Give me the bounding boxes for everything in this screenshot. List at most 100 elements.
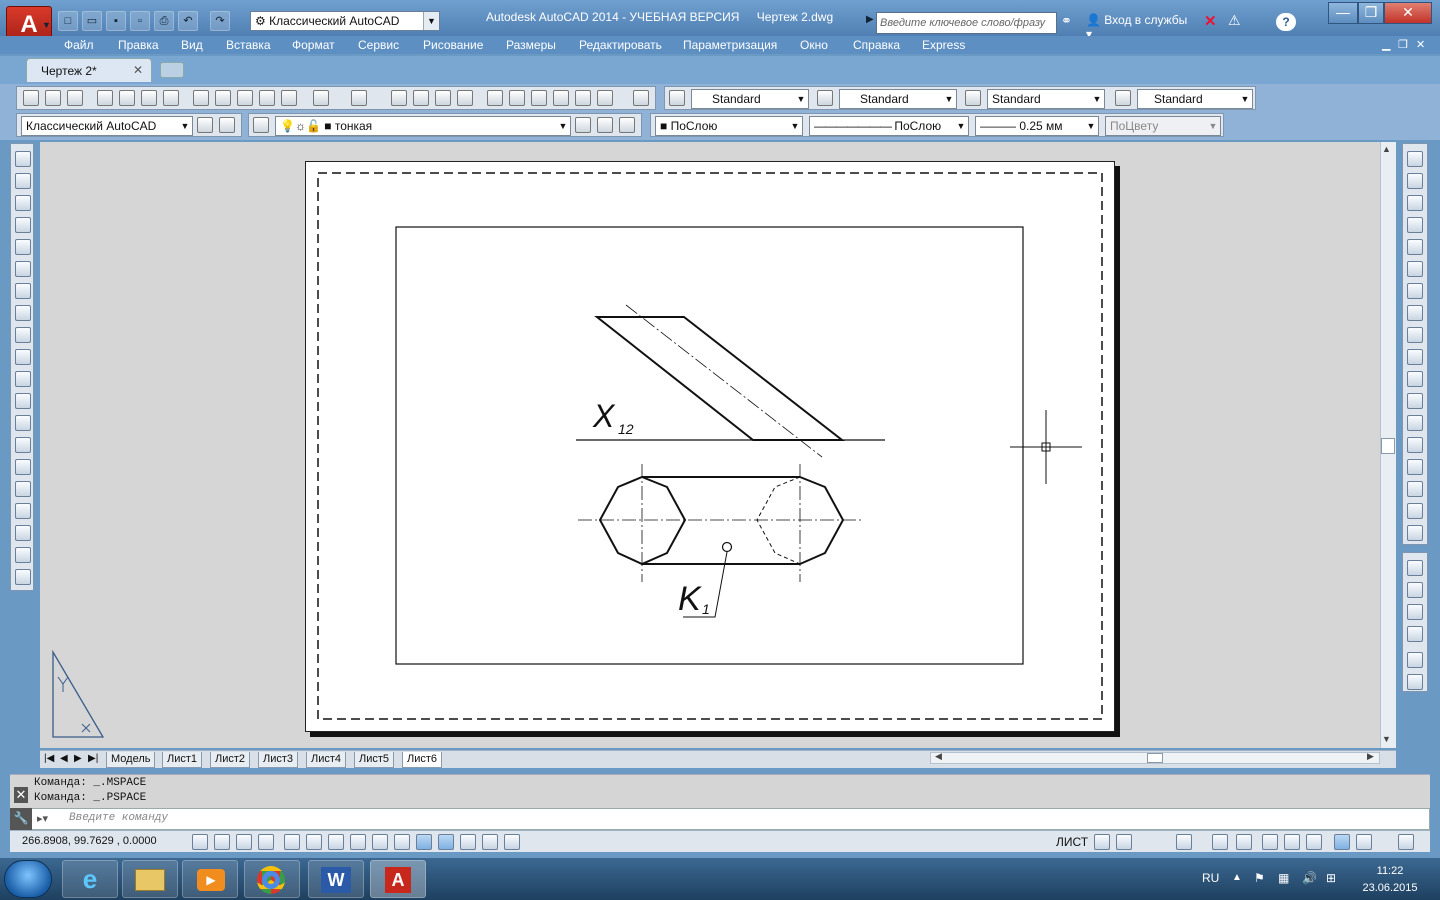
application-status-icon[interactable] [1356, 834, 1372, 850]
copy-object-tool[interactable] [1404, 170, 1426, 192]
send-back-tool[interactable] [1404, 579, 1426, 601]
menu-insert[interactable]: Вставка [226, 38, 271, 52]
quickcalc-icon[interactable] [597, 90, 613, 106]
erase-tool[interactable] [1404, 148, 1426, 170]
next-tab-icon[interactable]: ▶ [74, 753, 82, 764]
spline-tool[interactable] [12, 324, 34, 346]
taskbar-autocad[interactable]: A [370, 860, 426, 898]
prev-tab-icon[interactable]: ◀ [60, 753, 68, 764]
wrench-icon[interactable]: 🔧 [10, 808, 32, 830]
close-button[interactable]: ✕ [1384, 2, 1432, 24]
markup-icon[interactable] [575, 90, 591, 106]
tab-layout3[interactable]: Лист3 [258, 752, 299, 768]
workspace-switching-icon[interactable] [1262, 834, 1278, 850]
menu-modify[interactable]: Редактировать [579, 38, 662, 52]
scroll-left-icon[interactable]: ◀ [935, 751, 942, 762]
open-file-icon[interactable]: ▭ [82, 11, 102, 31]
send-under-tool[interactable] [1404, 623, 1426, 645]
file-tab-drawing2[interactable]: Чертеж 2* ✕ [26, 58, 152, 82]
clock-time[interactable]: 11:22 [1370, 865, 1410, 877]
table-tool[interactable] [12, 522, 34, 544]
linetype-combo[interactable]: ——————— ПоСлою ▼ [809, 116, 969, 136]
close-tab-icon[interactable]: ✕ [133, 63, 143, 77]
layer-states-icon[interactable] [619, 117, 635, 133]
print-icon[interactable]: ⎙ [154, 11, 174, 31]
cut-icon[interactable] [193, 90, 209, 106]
pan-icon[interactable] [391, 90, 407, 106]
zoom-realtime-icon[interactable] [413, 90, 429, 106]
taskbar-media[interactable]: ▶ [182, 860, 238, 898]
taskbar-explorer[interactable] [122, 860, 178, 898]
gradient-tool[interactable] [12, 478, 34, 500]
hatch-back-tool[interactable] [1404, 671, 1426, 693]
flag-icon[interactable]: ⚑ [1254, 871, 1265, 885]
ellipse-arc-tool[interactable] [12, 368, 34, 390]
rectangle-tool[interactable] [12, 236, 34, 258]
plot-icon[interactable] [97, 90, 113, 106]
taskbar-chrome[interactable] [244, 860, 300, 898]
rotate-tool[interactable] [1404, 280, 1426, 302]
quick-view-drawings-icon[interactable] [1116, 834, 1132, 850]
tab-layout1[interactable]: Лист1 [162, 752, 203, 768]
help-toolbar-icon[interactable] [633, 90, 649, 106]
redo-icon[interactable]: ↷ [210, 11, 230, 31]
isolate-objects-icon[interactable] [1334, 834, 1350, 850]
bring-front-tool[interactable] [1404, 557, 1426, 579]
show-hidden-icons[interactable]: ▲ [1232, 872, 1242, 883]
first-tab-icon[interactable]: |◀ [44, 753, 54, 764]
last-tab-icon[interactable]: ▶| [88, 753, 98, 764]
join-tool[interactable] [1404, 434, 1426, 456]
help-icon[interactable]: ? [1276, 13, 1296, 31]
lineweight-combo[interactable]: ——— 0.25 мм ▼ [975, 116, 1099, 136]
polar-tracking-icon[interactable] [284, 834, 300, 850]
menu-dimension[interactable]: Размеры [506, 38, 556, 52]
explode-tool[interactable] [1404, 522, 1426, 544]
tool-palettes-icon[interactable] [531, 90, 547, 106]
dim-style-combo[interactable]: Standard ▼ [839, 89, 957, 109]
lock-ui-icon[interactable] [219, 117, 235, 133]
sheet-set-icon[interactable] [553, 90, 569, 106]
text-style-combo[interactable]: Standard ▼ [691, 89, 809, 109]
menu-edit[interactable]: Правка [118, 38, 159, 52]
scroll-up-icon[interactable]: ▲ [1382, 144, 1391, 154]
extend-tool[interactable] [1404, 368, 1426, 390]
open-icon[interactable] [45, 90, 61, 106]
offset-tool[interactable] [1404, 214, 1426, 236]
exchange-x-icon[interactable]: ✕ [1204, 12, 1217, 30]
annotation-scale-icon[interactable] [1212, 834, 1228, 850]
command-prompt-icon[interactable]: ▸▾ [37, 812, 48, 825]
tab-layout4[interactable]: Лист4 [306, 752, 347, 768]
insert-block-tool[interactable] [12, 390, 34, 412]
menu-parametric[interactable]: Параметризация [683, 38, 777, 52]
minimize-button[interactable]: — [1328, 2, 1358, 24]
toolbar-lock-icon[interactable] [1284, 834, 1300, 850]
make-current-icon[interactable] [575, 117, 591, 133]
tab-layout6[interactable]: Лист6 [402, 752, 443, 768]
network-icon[interactable]: ▦ [1278, 871, 1289, 885]
undo-icon[interactable]: ↶ [178, 11, 198, 31]
menu-draw[interactable]: Рисование [423, 38, 483, 52]
quick-view-layouts-icon[interactable] [1094, 834, 1110, 850]
new-file-icon[interactable]: □ [58, 11, 78, 31]
copy-icon[interactable] [215, 90, 231, 106]
layer-previous-icon[interactable] [597, 117, 613, 133]
table-style-icon[interactable] [965, 90, 981, 106]
publish-icon[interactable] [141, 90, 157, 106]
taskbar-ie[interactable]: e [62, 860, 118, 898]
transparency-icon[interactable] [438, 834, 454, 850]
properties-icon[interactable] [487, 90, 503, 106]
workspace-settings-icon[interactable] [197, 117, 213, 133]
mtext-tool[interactable] [12, 544, 34, 566]
ellipse-tool[interactable] [12, 346, 34, 368]
zoom-previous-icon[interactable] [457, 90, 473, 106]
array-tool[interactable] [1404, 236, 1426, 258]
tab-layout2[interactable]: Лист2 [210, 752, 251, 768]
menu-format[interactable]: Формат [292, 38, 335, 52]
chamfer-tool[interactable] [1404, 456, 1426, 478]
point-tool[interactable] [12, 434, 34, 456]
menu-view[interactable]: Вид [181, 38, 203, 52]
dim-style-icon[interactable] [817, 90, 833, 106]
object-snap-icon[interactable] [306, 834, 322, 850]
table-style-combo[interactable]: Standard ▼ [987, 89, 1105, 109]
menu-window[interactable]: Окно [800, 38, 828, 52]
